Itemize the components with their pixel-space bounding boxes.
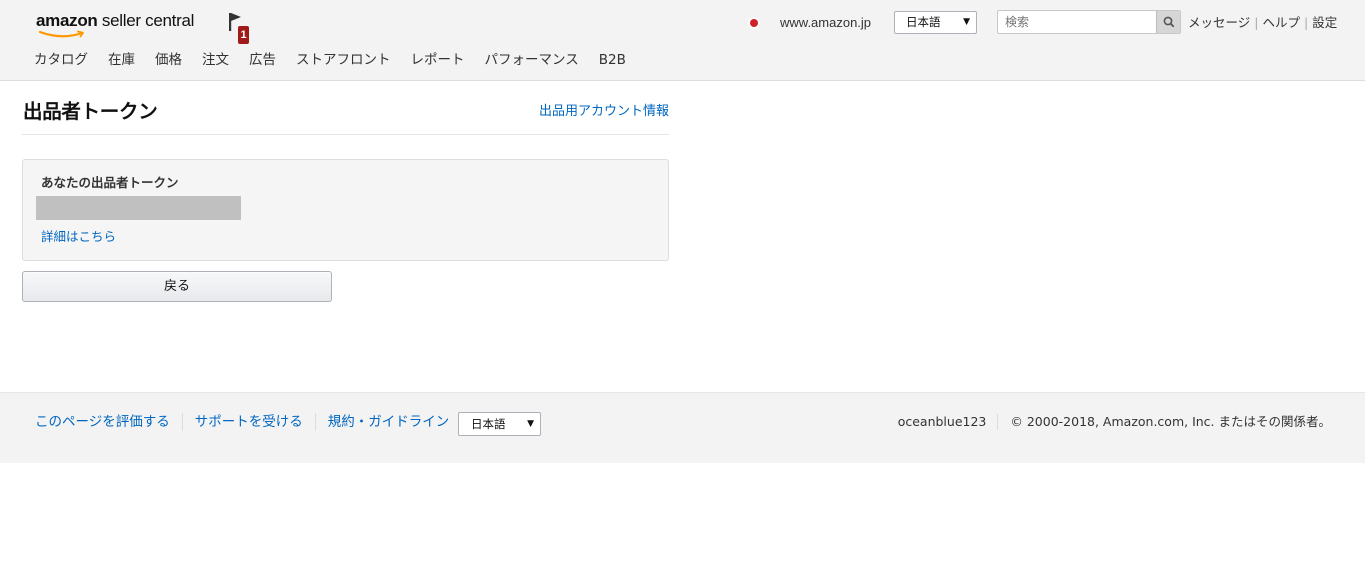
- token-label: あなたの出品者トークン: [41, 175, 179, 190]
- nav-b2b[interactable]: B2B: [589, 50, 636, 70]
- separator: |: [1304, 15, 1309, 30]
- japan-flag-icon: [750, 19, 758, 27]
- nav-orders[interactable]: 注文: [192, 50, 239, 70]
- nav-catalog[interactable]: カタログ: [24, 50, 98, 70]
- amazon-smile-icon: [38, 30, 84, 38]
- seller-central-logo[interactable]: amazon seller central: [36, 11, 194, 41]
- nav-advertising[interactable]: 広告: [239, 50, 286, 70]
- marketplace-label[interactable]: www.amazon.jp: [780, 14, 871, 32]
- seller-token-card: あなたの出品者トークン 詳細はこちら: [22, 159, 669, 261]
- account-info-link[interactable]: 出品用アカウント情報: [539, 103, 669, 121]
- nav-pricing[interactable]: 価格: [145, 50, 192, 70]
- page-title: 出品者トークン: [23, 100, 158, 123]
- search-box: [997, 10, 1181, 34]
- get-support-link[interactable]: サポートを受ける: [183, 413, 316, 431]
- token-value-redacted: [36, 196, 241, 220]
- rate-page-link[interactable]: このページを評価する: [23, 413, 183, 431]
- footer-account-info: oceanblue123 © 2000-2018, Amazon.com, In…: [898, 414, 1331, 430]
- language-select[interactable]: 日本語 ▼: [894, 11, 977, 34]
- footer-links: このページを評価する サポートを受ける 規約・ガイドライン: [23, 413, 463, 431]
- notification-badge: 1: [238, 26, 249, 44]
- caret-down-icon: ▼: [527, 419, 534, 429]
- copyright: © 2000-2018, Amazon.com, Inc. またはその関係者。: [1010, 414, 1331, 429]
- footer-language-value: 日本語: [471, 417, 506, 431]
- back-button[interactable]: 戻る: [22, 271, 332, 302]
- notifications-flag[interactable]: 1: [226, 11, 252, 45]
- language-select-value: 日本語: [906, 15, 941, 29]
- search-icon: [1163, 16, 1175, 28]
- main-navigation: カタログ 在庫 価格 注文 広告 ストアフロント レポート パフォーマンス B2…: [24, 50, 636, 70]
- logo-amazon-text: amazon: [36, 11, 98, 30]
- nav-inventory[interactable]: 在庫: [98, 50, 145, 70]
- top-header: amazon seller central 1 カタログ 在庫 価格 注文 広告…: [0, 0, 1365, 81]
- footer-language-select[interactable]: 日本語 ▼: [458, 412, 541, 436]
- logo-seller-central-text: seller central: [97, 11, 195, 30]
- page-footer: このページを評価する サポートを受ける 規約・ガイドライン 日本語 ▼ ocea…: [0, 392, 1365, 463]
- separator: |: [1254, 15, 1259, 30]
- username: oceanblue123: [898, 414, 999, 430]
- utility-links: メッセージ | ヘルプ | 設定: [1188, 14, 1337, 31]
- help-link[interactable]: ヘルプ: [1262, 14, 1300, 31]
- caret-down-icon: ▼: [963, 17, 970, 27]
- settings-link[interactable]: 設定: [1312, 14, 1337, 31]
- nav-storefront[interactable]: ストアフロント: [286, 50, 401, 70]
- search-input[interactable]: [998, 11, 1156, 33]
- learn-more-link[interactable]: 詳細はこちら: [41, 229, 116, 245]
- nav-performance[interactable]: パフォーマンス: [475, 50, 589, 70]
- search-button[interactable]: [1156, 11, 1180, 33]
- title-divider: [22, 134, 669, 135]
- policies-link[interactable]: 規約・ガイドライン: [316, 413, 463, 431]
- messages-link[interactable]: メッセージ: [1188, 14, 1250, 31]
- nav-reports[interactable]: レポート: [401, 50, 475, 70]
